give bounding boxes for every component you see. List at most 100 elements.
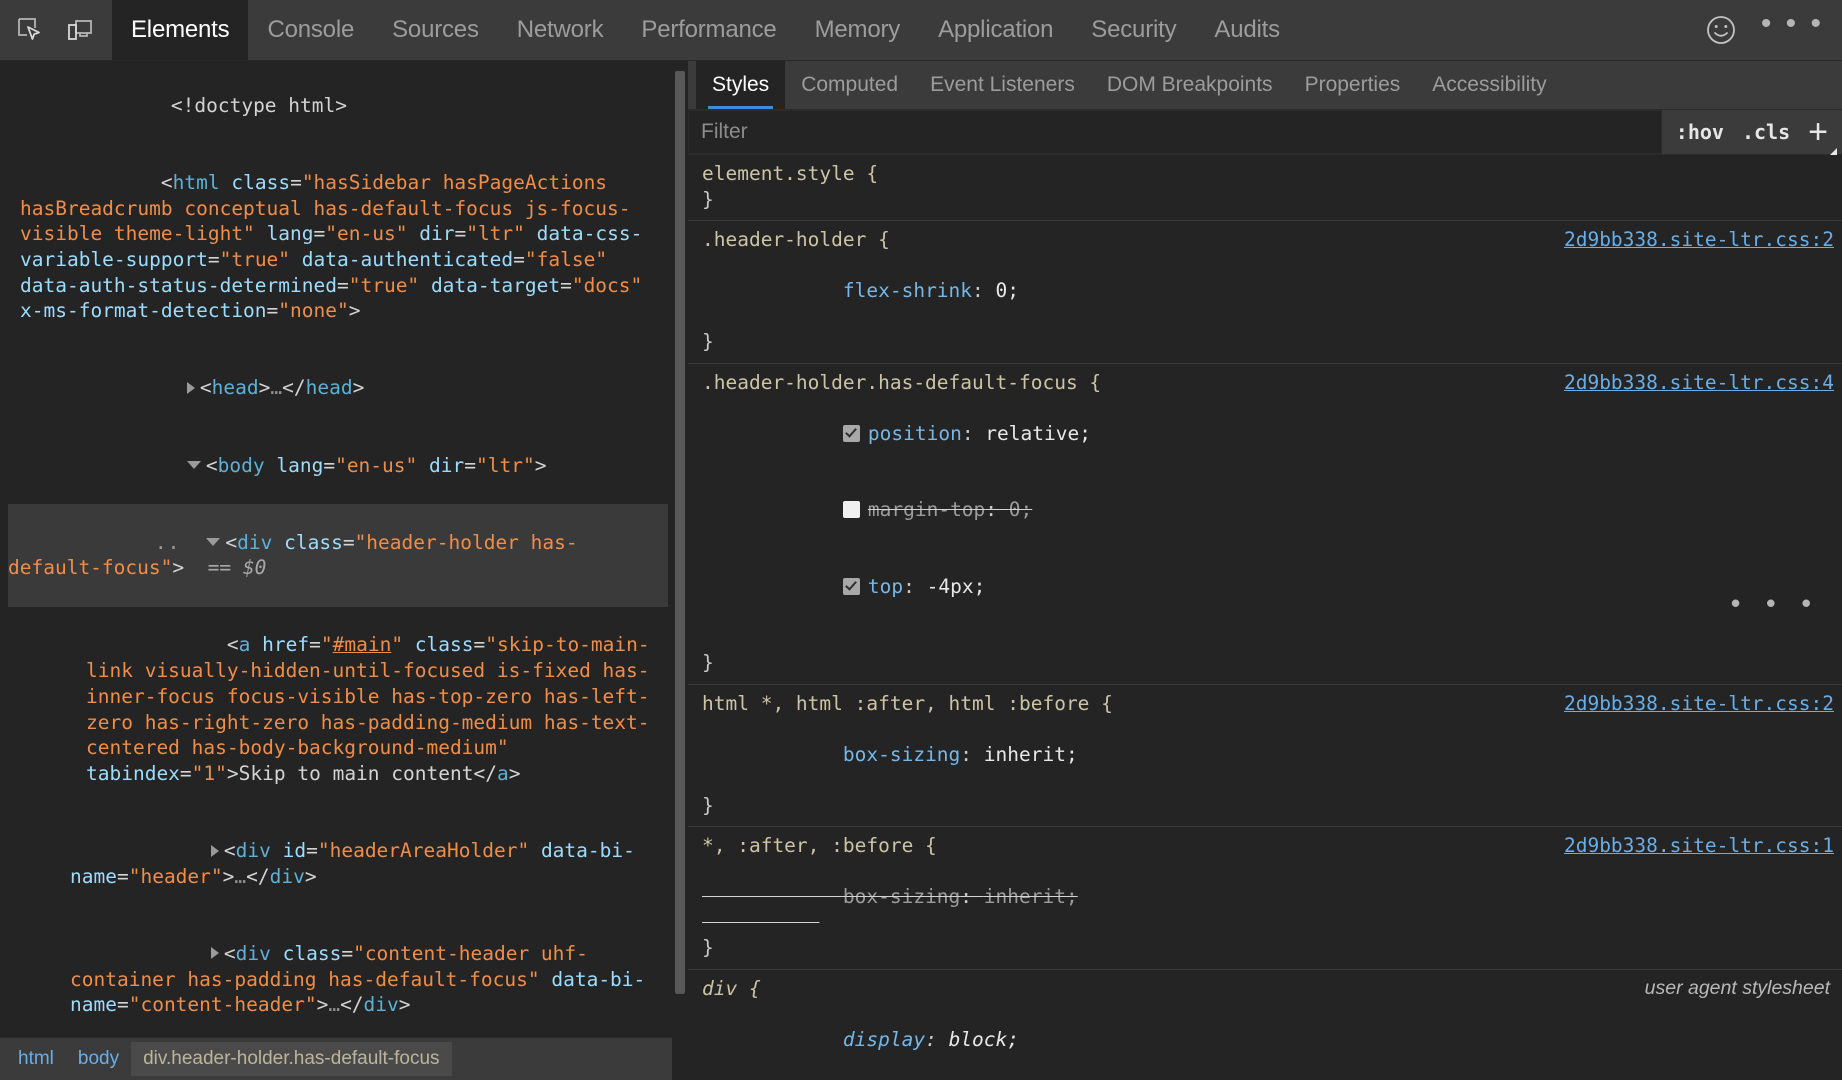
dom-tree-scrollbar[interactable]	[675, 71, 685, 994]
breadcrumb-item-div-header-holder-label: div.header-holder.has-default-focus	[143, 1048, 439, 1069]
tab-dom-breakpoints[interactable]: DOM Breakpoints	[1091, 61, 1289, 109]
toolbar-divider	[102, 0, 112, 60]
css-declaration-checkbox[interactable]	[843, 578, 860, 595]
inspect-element-icon[interactable]	[8, 8, 52, 52]
css-rule-universal[interactable]: 2d9bb338.site-ltr.css:1 *, :after, :befo…	[688, 827, 1842, 970]
css-declaration[interactable]: top: -4px; • • •	[688, 548, 1842, 650]
search-input[interactable]: Filter	[688, 110, 1662, 154]
css-declaration-checkbox[interactable]	[843, 501, 860, 518]
css-property-name[interactable]: margin-top	[868, 498, 985, 521]
expand-triangle-icon[interactable]	[211, 947, 219, 959]
css-selector[interactable]: .header-holder {	[702, 228, 890, 251]
collapse-triangle-icon[interactable]	[206, 538, 220, 546]
css-rule-close: }	[702, 936, 714, 959]
tab-event-listeners-label: Event Listeners	[930, 73, 1075, 97]
dom-line-skip-link[interactable]: <a href="#main" class="skip-to-main-link…	[8, 607, 668, 813]
css-property-value[interactable]: -4px;	[927, 575, 986, 598]
css-selector[interactable]: div {	[702, 977, 761, 1000]
expand-triangle-icon[interactable]	[187, 382, 195, 394]
search-input-placeholder: Filter	[701, 120, 748, 144]
panel-tabs: Elements Console Sources Network Perform…	[112, 0, 1299, 60]
css-rule-div-user-agent[interactable]: user agent stylesheet div { display: blo…	[688, 970, 1842, 1080]
dom-line-html[interactable]: <html class="hasSidebar hasPageActions h…	[8, 144, 668, 350]
breadcrumb-item-body[interactable]: body	[66, 1042, 131, 1076]
css-selector[interactable]: .header-holder.has-default-focus {	[702, 371, 1101, 394]
dom-tree-pane: <!doctype html> <html class="hasSidebar …	[0, 61, 672, 1080]
device-toolbar-icon[interactable]	[58, 8, 102, 52]
dom-line-head[interactable]: <head>…</head>	[8, 350, 668, 427]
css-selector[interactable]: *, :after, :before {	[702, 834, 937, 857]
css-property-name[interactable]: flex-shrink	[843, 279, 972, 302]
css-rule-html-universal[interactable]: 2d9bb338.site-ltr.css:2 html *, html :af…	[688, 685, 1842, 828]
tab-application[interactable]: Application	[919, 0, 1072, 60]
styles-pane: Styles Computed Event Listeners DOM Brea…	[688, 61, 1842, 1080]
css-rule-element-style[interactable]: element.style { }	[688, 155, 1842, 221]
tab-event-listeners[interactable]: Event Listeners	[914, 61, 1091, 109]
dom-line-header-area-holder[interactable]: <div id="headerAreaHolder" data-bi-name=…	[8, 812, 668, 915]
css-declaration[interactable]: box-sizing: inherit;	[688, 716, 1842, 793]
tab-performance[interactable]: Performance	[622, 0, 795, 60]
dom-tree[interactable]: <!doctype html> <html class="hasSidebar …	[0, 61, 672, 1037]
dom-line-doctype[interactable]: <!doctype html>	[8, 67, 668, 144]
tab-dom-breakpoints-label: DOM Breakpoints	[1107, 73, 1273, 97]
tab-sources-label: Sources	[392, 16, 479, 44]
doctype-text: <!doctype html>	[171, 94, 347, 117]
css-rule-close: }	[702, 330, 714, 353]
css-property-name[interactable]: top	[868, 575, 903, 598]
tab-console[interactable]: Console	[248, 0, 373, 60]
dom-line-header-holder[interactable]: ..<div class="header-holder has-default-…	[8, 504, 668, 607]
toggle-class-button[interactable]: .cls	[1742, 120, 1790, 144]
css-selector[interactable]: element.style {	[702, 162, 878, 185]
new-style-rule-button[interactable]: +	[1808, 122, 1828, 142]
more-options-icon[interactable]: • • •	[1728, 599, 1816, 611]
sidebar-tabs: Styles Computed Event Listeners DOM Brea…	[688, 61, 1842, 110]
tab-sources[interactable]: Sources	[373, 0, 498, 60]
tab-security[interactable]: Security	[1072, 0, 1195, 60]
dom-line-content-header[interactable]: <div class="content-header uhf-container…	[8, 915, 668, 1037]
breadcrumb-item-div-header-holder[interactable]: div.header-holder.has-default-focus	[131, 1042, 451, 1076]
toggle-pseudo-state-button[interactable]: :hov	[1676, 120, 1724, 144]
css-declaration-disabled[interactable]: margin-top: 0;	[688, 472, 1842, 549]
tab-accessibility[interactable]: Accessibility	[1416, 61, 1562, 109]
css-declaration[interactable]: position: relative;	[688, 395, 1842, 472]
css-property-name[interactable]: box-sizing	[843, 885, 960, 908]
dom-line-body[interactable]: <body lang="en-us" dir="ltr">	[8, 427, 668, 504]
tab-performance-label: Performance	[641, 16, 776, 44]
tab-audits[interactable]: Audits	[1195, 0, 1299, 60]
tab-properties[interactable]: Properties	[1289, 61, 1417, 109]
pane-splitter[interactable]	[672, 61, 688, 1080]
css-rule-header-holder-focus[interactable]: 2d9bb338.site-ltr.css:4 .header-holder.h…	[688, 364, 1842, 685]
smiley-face-icon[interactable]	[1703, 12, 1739, 48]
css-declaration-overridden[interactable]: box-sizing: inherit;	[688, 859, 1842, 936]
expand-triangle-icon[interactable]	[211, 845, 219, 857]
devtools-main: <!doctype html> <html class="hasSidebar …	[0, 61, 1842, 1080]
css-rule-close: }	[702, 188, 714, 211]
css-property-name[interactable]: box-sizing	[843, 743, 960, 766]
tab-network[interactable]: Network	[498, 0, 623, 60]
tab-security-label: Security	[1091, 16, 1176, 44]
css-declaration[interactable]: display: block;	[688, 1001, 1842, 1078]
collapse-triangle-icon[interactable]	[187, 461, 201, 469]
tab-memory[interactable]: Memory	[796, 0, 919, 60]
css-property-value[interactable]: block;	[949, 1028, 1019, 1051]
tab-elements[interactable]: Elements	[112, 0, 248, 60]
css-property-value[interactable]: inherit;	[984, 743, 1078, 766]
css-declaration-checkbox[interactable]	[843, 425, 860, 442]
breadcrumb: html body div.header-holder.has-default-…	[0, 1037, 672, 1080]
css-property-value[interactable]: 0;	[1009, 498, 1032, 521]
tab-console-label: Console	[267, 16, 354, 44]
breadcrumb-item-html[interactable]: html	[6, 1042, 66, 1076]
css-property-name[interactable]: position	[868, 422, 962, 445]
css-rule-header-holder[interactable]: 2d9bb338.site-ltr.css:2 .header-holder {…	[688, 221, 1842, 364]
more-options-icon[interactable]: • • •	[1761, 19, 1824, 41]
tab-styles[interactable]: Styles	[696, 61, 785, 109]
css-property-value[interactable]: relative;	[985, 422, 1091, 445]
css-property-value[interactable]: inherit;	[984, 885, 1078, 908]
tab-computed[interactable]: Computed	[785, 61, 914, 109]
css-property-name[interactable]: display	[843, 1028, 925, 1051]
css-property-value[interactable]: 0;	[996, 279, 1019, 302]
css-declaration[interactable]: flex-shrink: 0;	[688, 253, 1842, 330]
css-selector[interactable]: html *, html :after, html :before {	[702, 692, 1113, 715]
styles-filter-row: Filter :hov .cls +	[688, 110, 1842, 155]
devtools-window: Elements Console Sources Network Perform…	[0, 0, 1842, 1080]
